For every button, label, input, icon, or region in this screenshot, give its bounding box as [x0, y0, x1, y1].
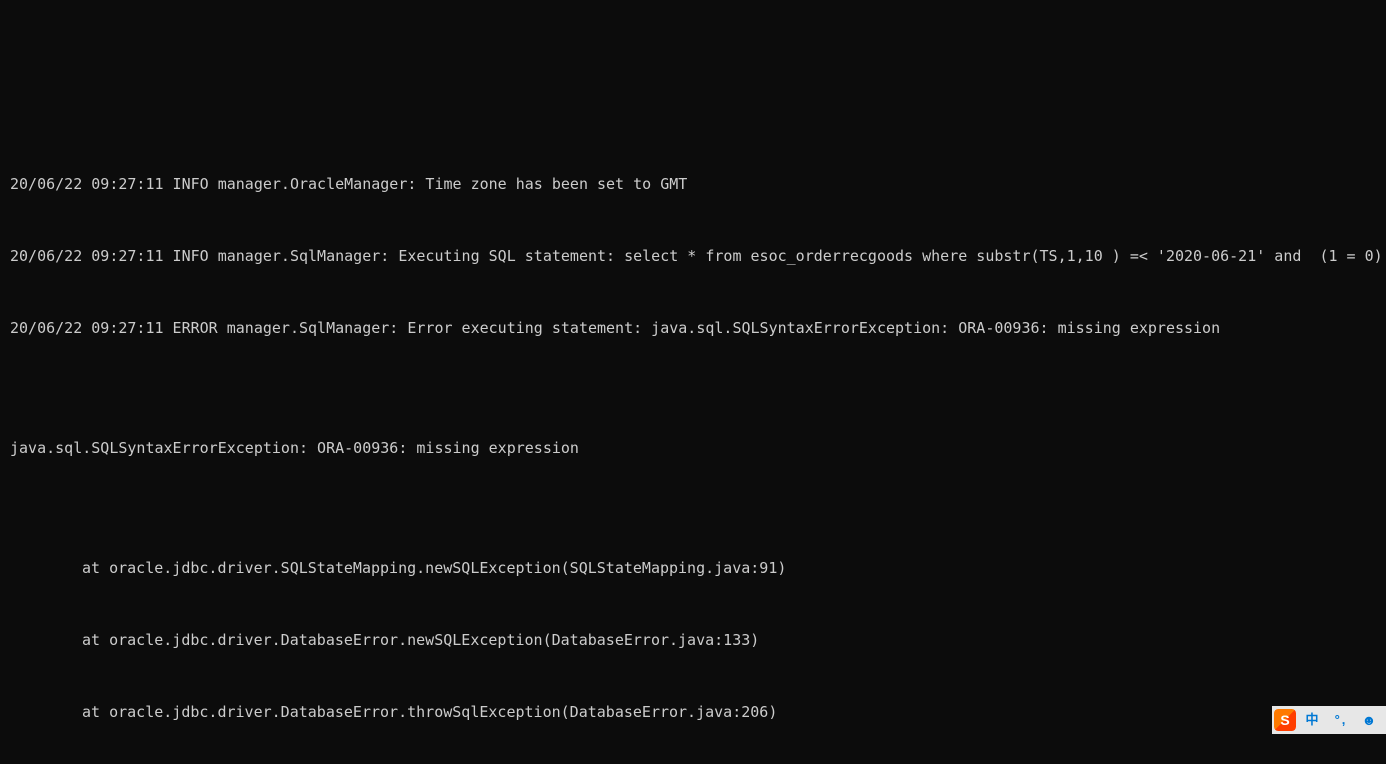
ime-toolbar[interactable]: S 中 °, ☻ — [1272, 706, 1386, 734]
ime-logo-icon[interactable]: S — [1274, 709, 1296, 731]
ime-punct-button[interactable]: °, — [1330, 709, 1352, 731]
stack-frame: at oracle.jdbc.driver.SQLStateMapping.ne… — [10, 556, 1376, 580]
exception-header: java.sql.SQLSyntaxErrorException: ORA-00… — [10, 436, 1376, 460]
stack-frame: at oracle.jdbc.driver.DatabaseError.thro… — [10, 700, 1376, 724]
ime-mode-button[interactable]: 中 — [1302, 709, 1324, 731]
log-line: 20/06/22 09:27:11 INFO manager.OracleMan… — [10, 172, 1376, 196]
log-line: 20/06/22 09:27:11 INFO manager.SqlManage… — [10, 244, 1376, 268]
log-line: 20/06/22 09:27:11 ERROR manager.SqlManag… — [10, 316, 1376, 340]
ime-emoji-icon[interactable]: ☻ — [1358, 709, 1380, 731]
terminal-output[interactable]: 20/06/22 09:27:11 INFO manager.OracleMan… — [0, 120, 1386, 764]
stack-frame: at oracle.jdbc.driver.DatabaseError.newS… — [10, 628, 1376, 652]
